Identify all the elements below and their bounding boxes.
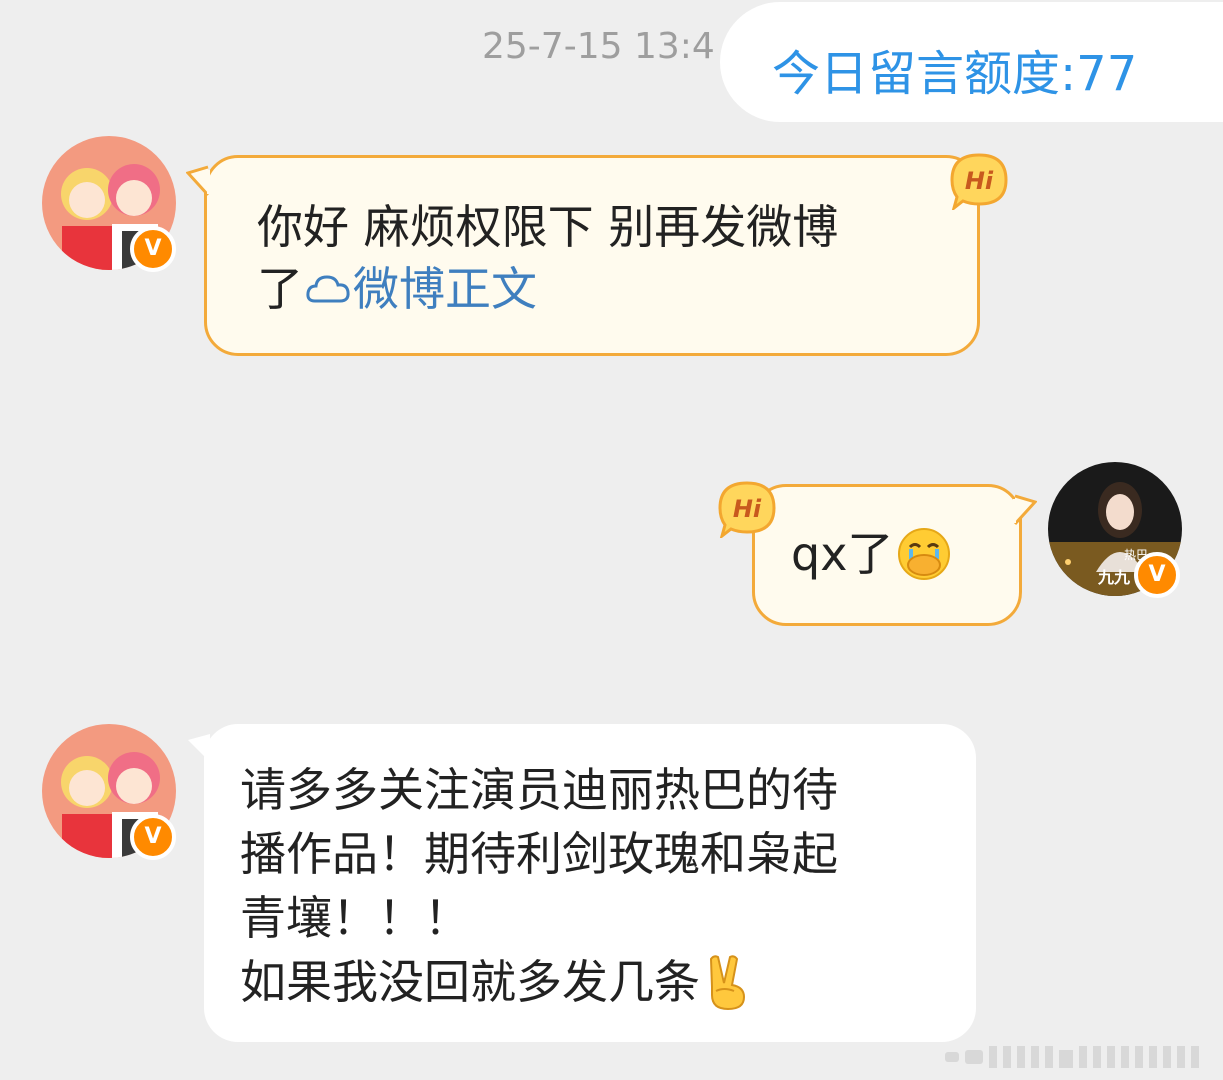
message-bubble-1[interactable]: 你好 麻烦权限下 别再发微博 了 微博正文	[204, 155, 980, 356]
hi-icon: Hi	[718, 481, 776, 538]
quota-label: 今日留言额度:77	[772, 46, 1138, 102]
message-text: qx了	[791, 523, 951, 585]
bubble-tail	[1013, 494, 1037, 526]
message-text: 你好 麻烦权限下 别再发微博 了 微博正文	[257, 196, 838, 320]
watermark-logo	[945, 1046, 1199, 1068]
message-text: 请多多关注演员迪丽热巴的待 播作品！期待利剑玫瑰和枭起 青壤！！！ 如果我没回就…	[240, 763, 838, 1011]
hi-icon: Hi	[950, 153, 1008, 210]
verified-badge: V	[130, 814, 176, 860]
weibo-cloud-icon	[306, 275, 350, 303]
bubble-tail	[186, 165, 210, 197]
victory-hand-emoji	[709, 955, 746, 1011]
verified-badge: V	[1134, 552, 1180, 598]
crying-covering-mouth-emoji	[898, 528, 951, 580]
bubble-tail	[188, 734, 210, 762]
my-avatar[interactable]: 热巴 九九 V	[1048, 462, 1182, 598]
weibo-post-link[interactable]: 微博正文	[353, 258, 537, 320]
svg-text:Hi: Hi	[965, 167, 994, 195]
message-quota-pill: 今日留言额度:77	[720, 2, 1223, 122]
sender-avatar[interactable]: V	[42, 724, 176, 860]
avatar-caption: 九九	[1098, 568, 1131, 587]
message-timestamp: 25-7-15 13:4	[482, 26, 715, 67]
sender-avatar[interactable]: V	[42, 136, 176, 272]
message-bubble-2[interactable]: qx了	[752, 484, 1022, 626]
verified-badge: V	[130, 226, 176, 272]
svg-text:Hi: Hi	[733, 495, 762, 523]
message-bubble-3[interactable]: 请多多关注演员迪丽热巴的待 播作品！期待利剑玫瑰和枭起 青壤！！！ 如果我没回就…	[204, 724, 976, 1042]
